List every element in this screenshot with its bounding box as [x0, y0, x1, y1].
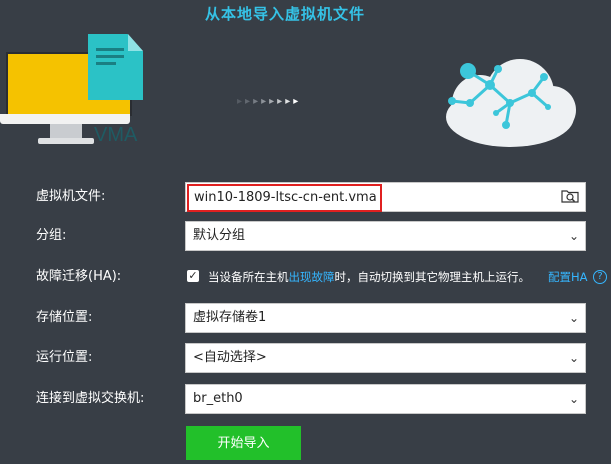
vm-file-row: 虚拟机文件: win10-1809-ltsc-cn-ent.vma	[0, 182, 611, 212]
ha-description: 当设备所在主机出现故障时，自动切换到其它物理主机上运行。	[208, 262, 530, 292]
chevron-down-icon: ⌄	[568, 311, 579, 325]
vswitch-label: 连接到虚拟交换机:	[36, 391, 145, 406]
run-location-label: 运行位置:	[36, 350, 93, 365]
storage-select[interactable]: 虚拟存储卷1 ⌄	[185, 303, 586, 333]
start-import-button[interactable]: 开始导入	[186, 426, 301, 460]
arrow-icon: ▸	[237, 96, 246, 107]
vm-file-input[interactable]: win10-1809-ltsc-cn-ent.vma	[185, 182, 586, 212]
run-location-select[interactable]: <自动选择> ⌄	[185, 343, 586, 373]
storage-value: 虚拟存储卷1	[193, 310, 267, 325]
ha-fault-link[interactable]: 出现故障	[289, 270, 335, 284]
group-select[interactable]: 默认分组 ⌄	[185, 221, 586, 251]
vm-file-label: 虚拟机文件:	[36, 189, 106, 204]
vswitch-select[interactable]: br_eth0 ⌄	[185, 384, 586, 414]
configure-ha-link[interactable]: 配置HA	[548, 262, 588, 292]
run-location-value: <自动选择>	[193, 350, 267, 365]
arrow-icon: ▸	[261, 96, 270, 107]
arrow-icon: ▸	[245, 96, 254, 107]
monitor-base	[0, 114, 130, 124]
storage-label: 存储位置:	[36, 310, 93, 325]
arrow-icon: ▸	[269, 96, 278, 107]
group-label: 分组:	[36, 228, 67, 243]
ha-text-after: 时，自动切换到其它物理主机上运行。	[334, 270, 531, 284]
run-location-row: 运行位置: <自动选择> ⌄	[0, 343, 611, 373]
group-row: 分组: 默认分组 ⌄	[0, 221, 611, 251]
group-value: 默认分组	[193, 228, 246, 243]
vswitch-value: br_eth0	[193, 391, 243, 406]
arrow-icon: ▸	[253, 96, 262, 107]
ha-label: 故障迁移(HA):	[36, 269, 122, 284]
ha-row: 故障迁移(HA): ✓ 当设备所在主机出现故障时，自动切换到其它物理主机上运行。…	[0, 262, 611, 292]
vm-file-value: win10-1809-ltsc-cn-ent.vma	[187, 184, 382, 212]
cloud-network-icon	[446, 59, 576, 147]
vma-file-lines	[96, 48, 124, 69]
arrow-icon: ▸	[293, 96, 302, 107]
chevron-down-icon: ⌄	[568, 229, 579, 243]
ha-checkbox[interactable]: ✓	[187, 270, 199, 282]
page-title: 从本地导入虚拟机文件	[204, 5, 365, 23]
vswitch-row: 连接到虚拟交换机: br_eth0 ⌄	[0, 384, 611, 414]
storage-row: 存储位置: 虚拟存储卷1 ⌄	[0, 303, 611, 333]
folder-search-icon[interactable]	[561, 189, 579, 203]
chevron-down-icon: ⌄	[568, 392, 579, 406]
chevron-down-icon: ⌄	[568, 351, 579, 365]
monitor-neck	[50, 124, 82, 138]
ha-text-before: 当设备所在主机	[208, 270, 289, 284]
vma-file-fold	[128, 34, 143, 51]
arrow-icon: ▸	[285, 96, 294, 107]
vma-file-label: VMA	[94, 124, 138, 146]
monitor-foot	[38, 138, 94, 144]
transfer-arrows: ▸▸▸▸▸▸▸▸	[237, 96, 301, 107]
help-icon[interactable]: ?	[593, 270, 607, 284]
arrow-icon: ▸	[277, 96, 286, 107]
